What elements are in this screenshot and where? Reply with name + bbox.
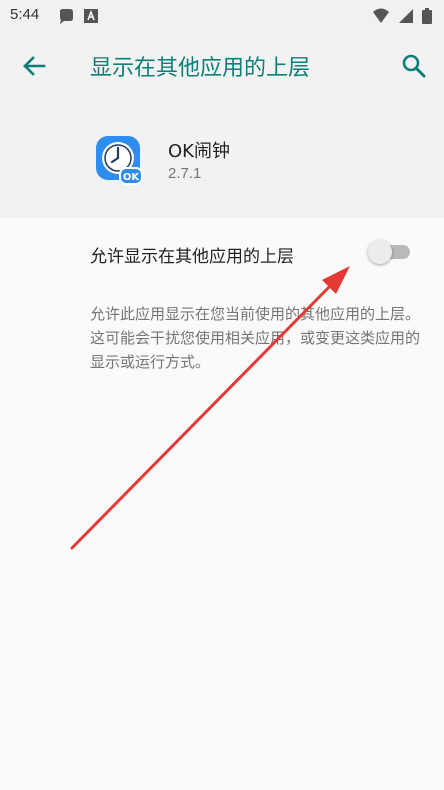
status-right-icons — [372, 8, 432, 28]
signal-icon — [398, 8, 414, 28]
battery-icon — [422, 8, 432, 28]
search-button[interactable] — [400, 52, 428, 80]
app-version: 2.7.1 — [168, 165, 202, 182]
search-icon — [402, 54, 426, 78]
status-left-icons — [58, 8, 98, 28]
toolbar: 显示在其他应用的上层 — [0, 32, 444, 98]
app-name: OK闹钟 — [168, 141, 230, 162]
arrow-left-icon — [23, 56, 46, 76]
wifi-icon — [372, 8, 390, 28]
back-button[interactable] — [20, 52, 48, 80]
status-time: 5:44 — [10, 6, 40, 23]
setting-switch[interactable] — [368, 238, 414, 266]
header: 显示在其他应用的上层 OK OK闹钟 2.7.1 — [0, 32, 444, 218]
page-title: 显示在其他应用的上层 — [90, 56, 311, 81]
switch-thumb — [368, 240, 392, 264]
setting-label: 允许显示在其他应用的上层 — [90, 247, 294, 267]
app-icon-badge: OK — [123, 172, 141, 183]
alarm-clock-icon: OK — [96, 134, 144, 186]
notification-icon — [58, 8, 74, 28]
permission-description: 允许此应用显示在您当前使用的其他应用的上层。这可能会干扰您使用相关应用，或变更这… — [90, 305, 421, 371]
setting-row-overlay-permission[interactable]: 允许显示在其他应用的上层 — [0, 218, 444, 286]
status-bar: 5:44 — [0, 0, 444, 32]
font-icon — [84, 8, 98, 28]
